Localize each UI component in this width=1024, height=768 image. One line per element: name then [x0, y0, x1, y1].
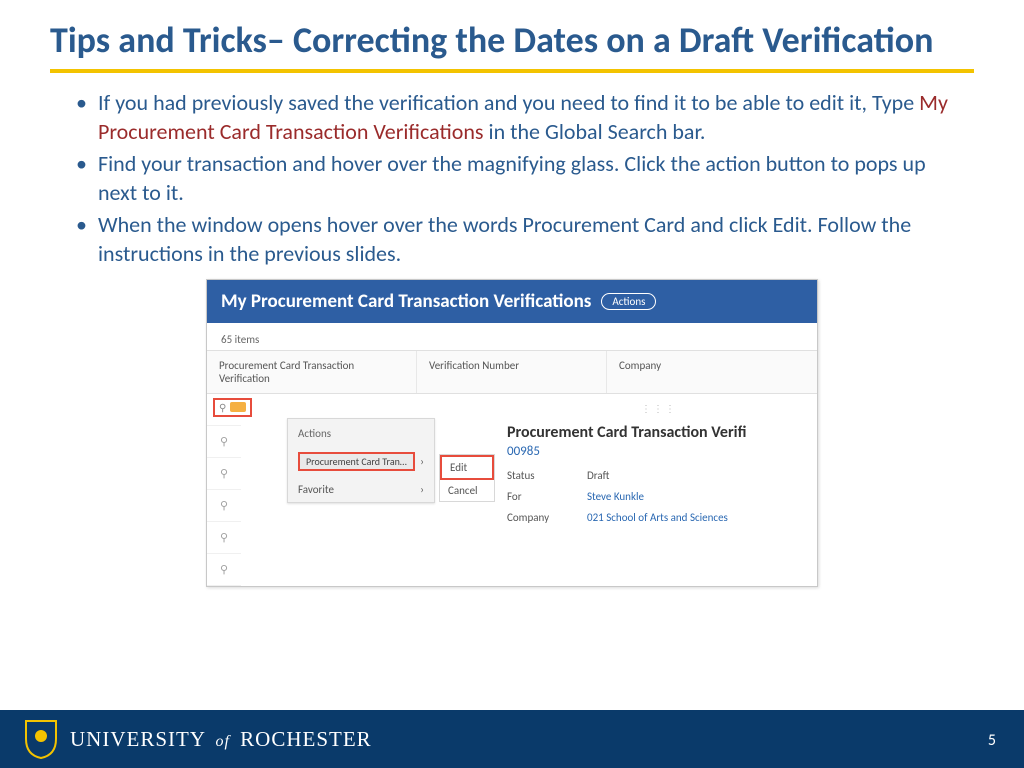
- detail-link[interactable]: 00985: [507, 444, 811, 459]
- app-title: My Procurement Card Transaction Verifica…: [221, 290, 591, 313]
- bullet-item: Find your transaction and hover over the…: [70, 150, 954, 207]
- actions-menu-item-favorite[interactable]: Favorite ›: [288, 477, 434, 502]
- title-bold: Tips and Tricks–: [50, 18, 293, 62]
- app-body: ⚲ ⚲ ⚲ ⚲ ⚲ ⚲ Actions Procurement Card Tra…: [207, 394, 817, 586]
- slide: Tips and Tricks– Correcting the Dates on…: [0, 0, 1024, 768]
- col-header-b: Verification Number: [417, 351, 607, 393]
- footer-bar: UNIVERSITY of ROCHESTER 5: [0, 710, 1024, 768]
- detail-key: Status: [507, 469, 563, 482]
- actions-menu-header: Actions: [288, 419, 434, 446]
- detail-row-company: Company 021 School of Arts and Sciences: [507, 511, 811, 524]
- magnifier-column: ⚲ ⚲ ⚲ ⚲ ⚲: [207, 394, 241, 586]
- detail-value: Draft: [587, 469, 609, 482]
- wordmark-part-2: ROCHESTER: [240, 727, 372, 751]
- row-magnifier[interactable]: ⚲: [207, 490, 241, 522]
- bullet-item: When the window opens hover over the wor…: [70, 211, 954, 268]
- university-crest-icon: [24, 719, 58, 759]
- title-rest: Correcting the Dates on a Draft Verifica…: [293, 18, 933, 62]
- col-header-a: Procurement Card Transaction Verificatio…: [207, 351, 417, 393]
- actions-menu-item-procurement[interactable]: Procurement Card Tran… ›: [288, 446, 434, 477]
- chevron-right-icon: ›: [420, 483, 424, 496]
- actions-menu[interactable]: Actions Procurement Card Tran… › Favorit…: [287, 418, 435, 503]
- bullet-text: When the window opens hover over the wor…: [98, 211, 911, 267]
- row-magnifier[interactable]: ⚲: [207, 554, 241, 586]
- wordmark-of: of: [215, 733, 229, 750]
- detail-key: Company: [507, 511, 563, 524]
- app-header: My Procurement Card Transaction Verifica…: [207, 280, 817, 323]
- slide-title: Tips and Tricks– Correcting the Dates on…: [50, 18, 974, 63]
- detail-panel: ⋮⋮⋮ Procurement Card Transaction Verifi …: [507, 402, 811, 532]
- detail-row-for: For Steve Kunkle: [507, 490, 811, 503]
- magnifier-icon: ⚲: [219, 401, 226, 414]
- submenu-cancel[interactable]: Cancel: [440, 480, 494, 501]
- bullet-text: If you had previously saved the verifica…: [98, 89, 919, 116]
- bullet-text: Find your transaction and hover over the…: [98, 150, 926, 206]
- chevron-right-icon: ›: [420, 455, 424, 468]
- bullet-list: If you had previously saved the verifica…: [70, 89, 954, 269]
- col-header-c: Company: [607, 351, 817, 393]
- detail-value-link[interactable]: Steve Kunkle: [587, 490, 644, 503]
- detail-key: For: [507, 490, 563, 503]
- detail-title: Procurement Card Transaction Verifi: [507, 423, 811, 442]
- row-magnifier[interactable]: ⚲: [207, 426, 241, 458]
- content-area: If you had previously saved the verifica…: [0, 73, 1024, 587]
- actions-menu-label: Procurement Card Tran…: [298, 452, 415, 471]
- actions-submenu[interactable]: Edit Cancel: [439, 454, 495, 502]
- detail-value-link[interactable]: 021 School of Arts and Sciences: [587, 511, 728, 524]
- title-area: Tips and Tricks– Correcting the Dates on…: [0, 0, 1024, 63]
- action-chip-icon[interactable]: [230, 402, 246, 412]
- row-magnifier[interactable]: ⚲: [207, 458, 241, 490]
- submenu-edit[interactable]: Edit: [440, 455, 494, 480]
- page-number: 5: [988, 731, 996, 750]
- actions-pill[interactable]: Actions: [601, 293, 656, 310]
- detail-row-status: Status Draft: [507, 469, 811, 482]
- drag-handle-icon[interactable]: ⋮⋮⋮: [507, 402, 811, 415]
- app-screenshot: My Procurement Card Transaction Verifica…: [206, 279, 818, 587]
- items-count: 65 items: [207, 323, 817, 350]
- highlighted-magnifier[interactable]: ⚲: [213, 398, 252, 417]
- actions-menu-label: Favorite: [298, 483, 334, 496]
- wordmark-part-1: UNIVERSITY: [70, 727, 205, 751]
- row-magnifier[interactable]: ⚲: [207, 522, 241, 554]
- bullet-item: If you had previously saved the verifica…: [70, 89, 954, 146]
- grid-header: Procurement Card Transaction Verificatio…: [207, 350, 817, 394]
- bullet-text: in the Global Search bar.: [484, 118, 706, 145]
- university-wordmark: UNIVERSITY of ROCHESTER: [70, 727, 372, 752]
